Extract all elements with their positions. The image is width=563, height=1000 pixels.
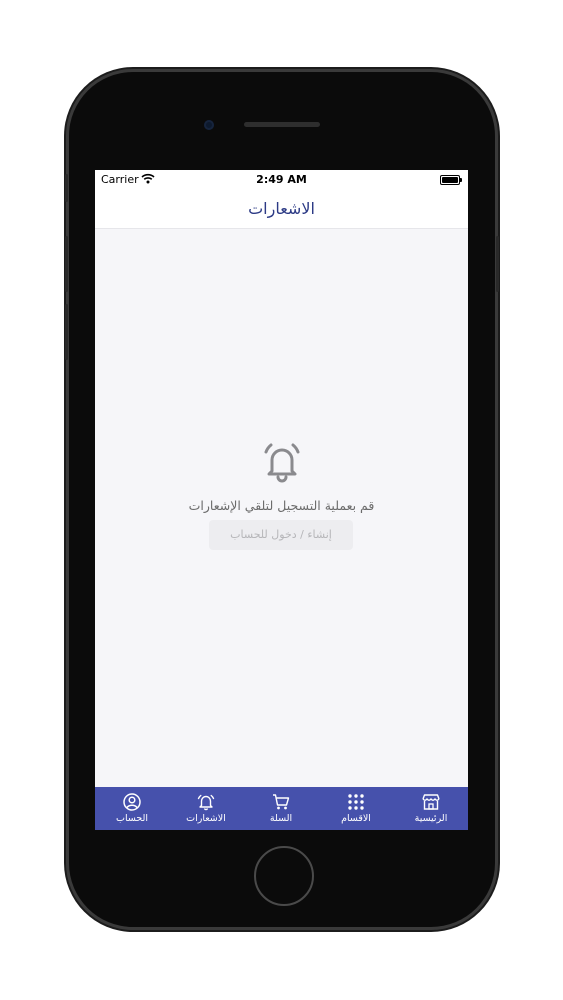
- tab-account[interactable]: الحساب: [95, 787, 169, 830]
- tab-notifications[interactable]: الاشعارات: [169, 787, 243, 830]
- power-button: [496, 236, 499, 292]
- empty-state-message: قم بعملية التسجيل لتلقي الإشعارات: [188, 498, 375, 513]
- tab-notifications-label: الاشعارات: [186, 813, 226, 824]
- tab-home[interactable]: الرئيسية: [394, 787, 468, 830]
- tab-categories-label: الاقسام: [341, 813, 371, 824]
- tab-bar: الحساب الاشعارات السلة الاقسام الرئيسية: [95, 787, 468, 830]
- cart-icon: [273, 794, 290, 810]
- clock: 2:49 AM: [256, 173, 307, 186]
- login-register-button[interactable]: إنشاء / دخول للحساب: [209, 520, 353, 550]
- mute-switch: [65, 174, 68, 202]
- account-icon: [123, 793, 141, 811]
- volume-up-button: [65, 236, 68, 292]
- grid-icon: [348, 794, 364, 810]
- app-screen: Carrier 2:49 AM الاشعارات قم بعملية التس…: [95, 170, 468, 830]
- tab-categories[interactable]: الاقسام: [319, 787, 393, 830]
- bell-icon: [197, 794, 215, 811]
- volume-down-button: [65, 304, 68, 360]
- home-button[interactable]: [254, 846, 314, 906]
- front-camera: [204, 120, 214, 130]
- tab-home-label: الرئيسية: [414, 813, 448, 824]
- phone-frame: Carrier 2:49 AM الاشعارات قم بعملية التس…: [65, 72, 499, 927]
- earpiece-speaker: [244, 122, 320, 127]
- tab-account-label: الحساب: [116, 813, 148, 824]
- page-title: الاشعارات: [248, 199, 315, 218]
- battery-icon: [440, 175, 462, 185]
- tab-cart[interactable]: السلة: [244, 787, 318, 830]
- empty-state: قم بعملية التسجيل لتلقي الإشعارات: [95, 438, 468, 513]
- bell-icon: [264, 443, 299, 483]
- store-icon: [422, 794, 440, 810]
- status-bar: Carrier 2:49 AM: [95, 170, 468, 190]
- tab-cart-label: السلة: [269, 813, 293, 824]
- navigation-bar: الاشعارات: [95, 190, 468, 229]
